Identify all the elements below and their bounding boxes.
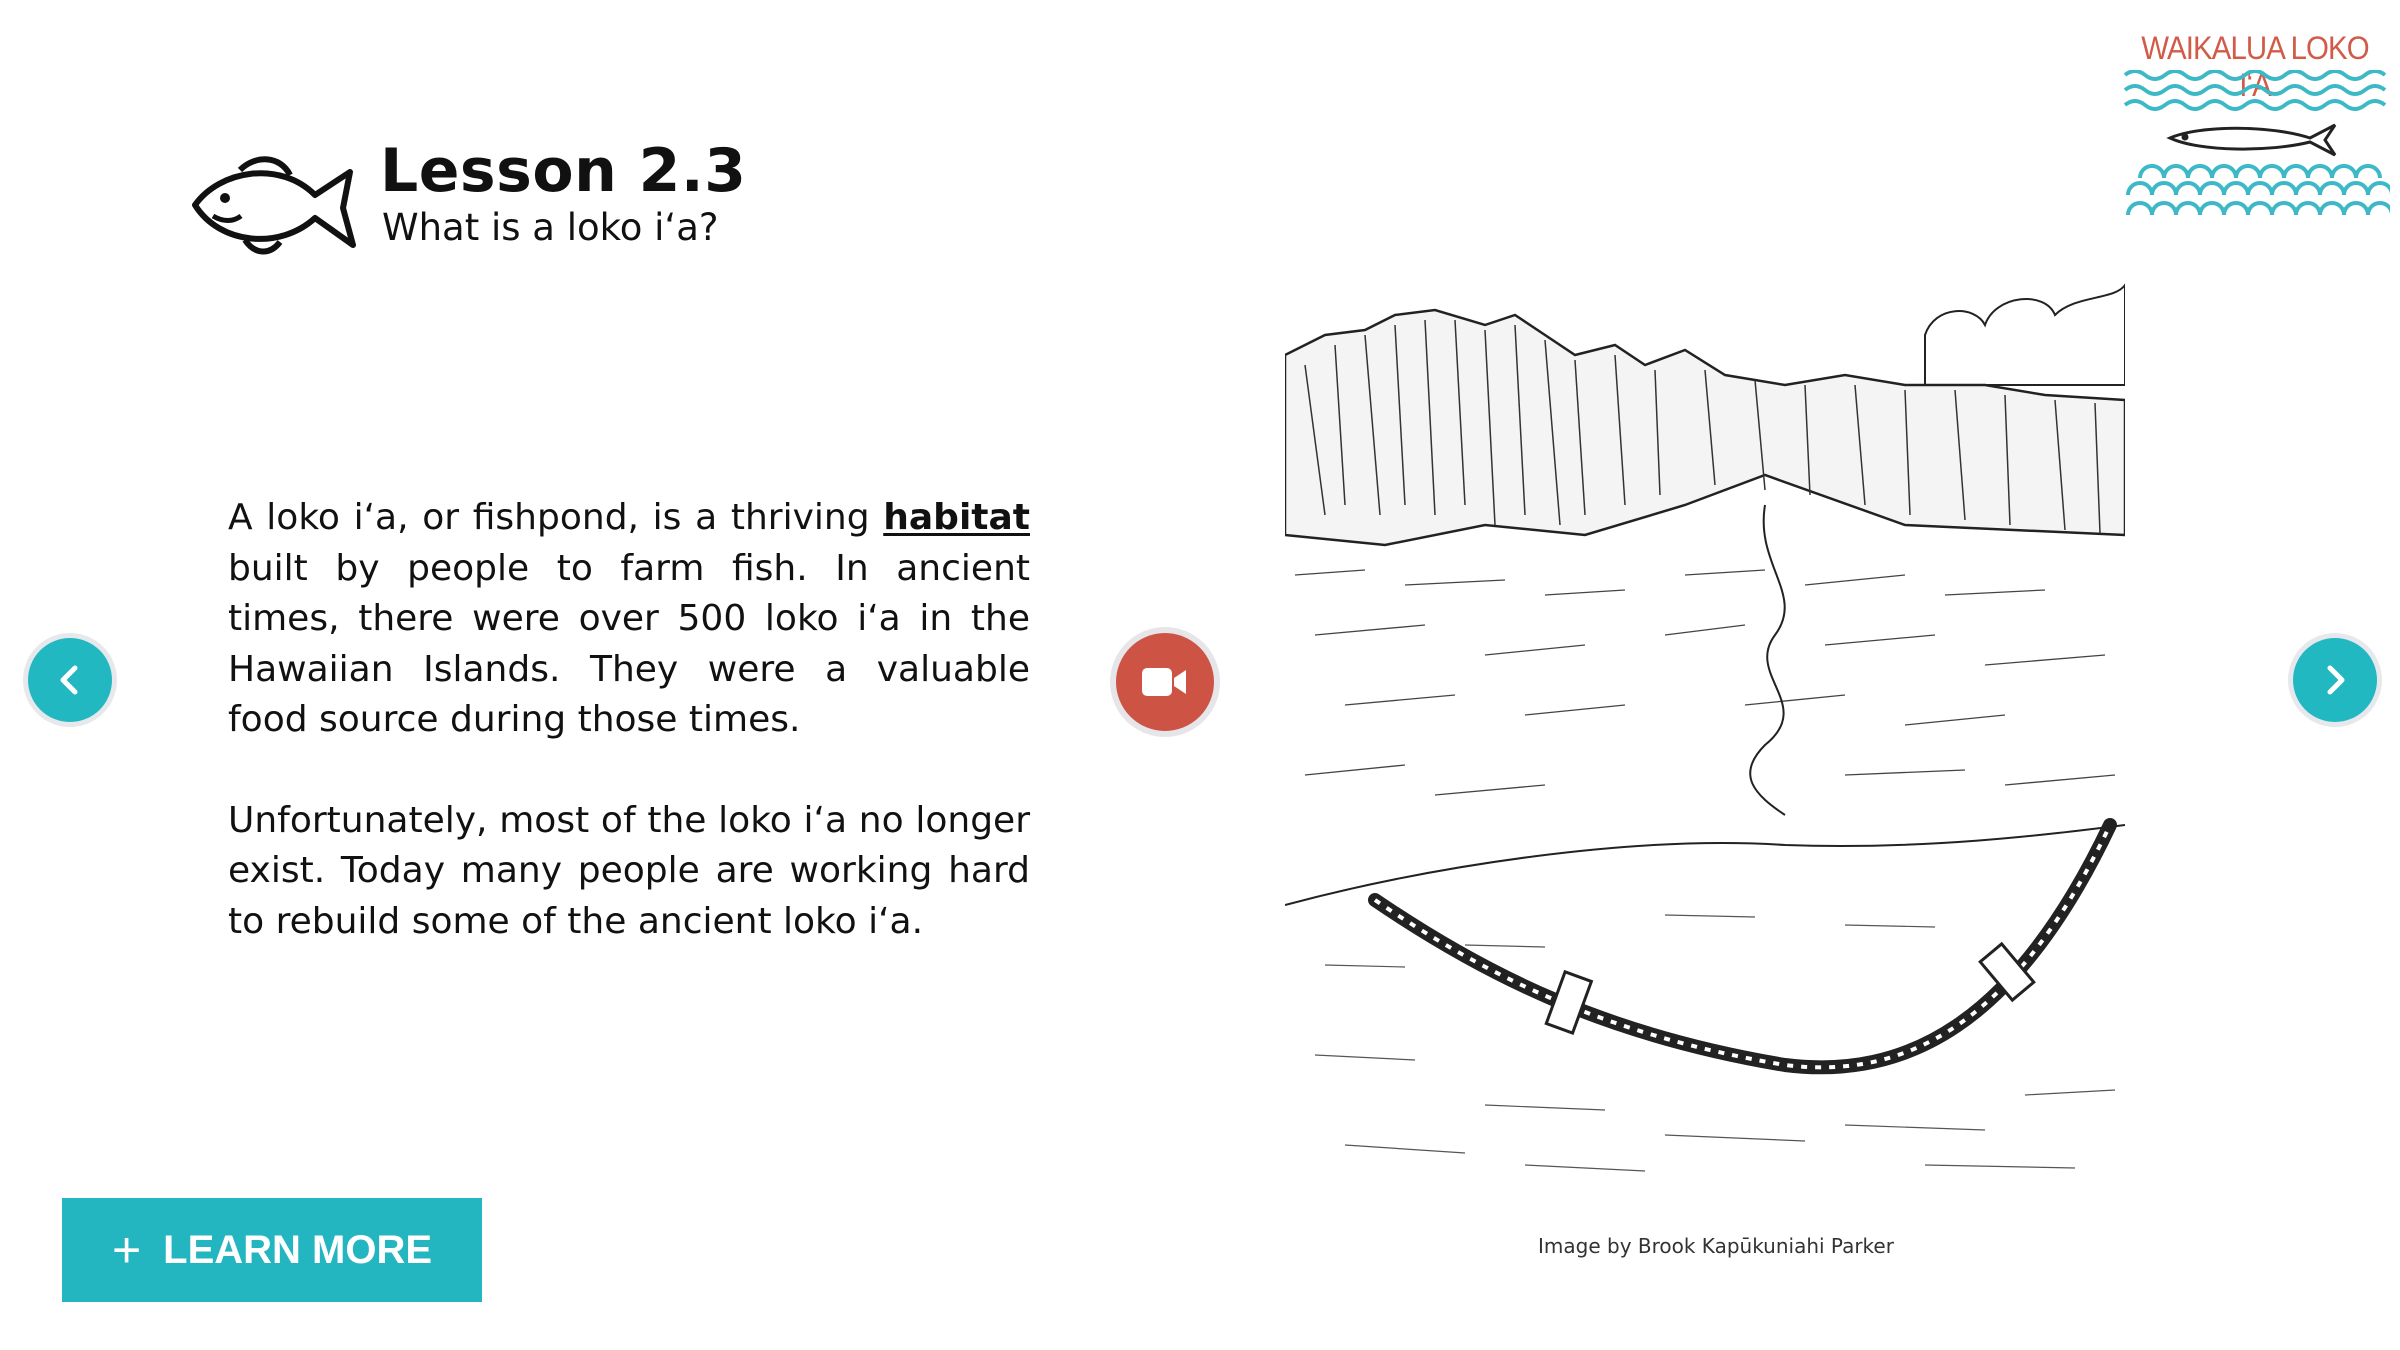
paragraph-intro: A loko iʻa, or fishpond, is a thriving h… bbox=[228, 493, 1030, 746]
lesson-subtitle: What is a loko iʻa? bbox=[382, 206, 719, 249]
fish-icon bbox=[192, 156, 356, 255]
waikalua-loko-ia-logo: WAIKALUA LOKO IʻA bbox=[2120, 30, 2390, 230]
paragraph-rebuild: Unfortunately, most of the loko iʻa no l… bbox=[228, 799, 1030, 942]
lesson-body: A loko iʻa, or fishpond, is a thriving h… bbox=[228, 493, 1030, 997]
paragraph-intro-start: A loko iʻa, or fishpond, is a thriving bbox=[228, 497, 884, 538]
video-button[interactable] bbox=[1110, 627, 1220, 737]
chevron-left-icon bbox=[60, 665, 78, 695]
learn-more-button[interactable]: + LEARN MORE bbox=[62, 1198, 482, 1302]
plus-icon: + bbox=[111, 1222, 142, 1278]
glossary-link-habitat[interactable]: habitat bbox=[883, 497, 1030, 538]
learn-more-label: LEARN MORE bbox=[163, 1227, 433, 1272]
chevron-right-icon bbox=[2327, 665, 2345, 695]
previous-button[interactable] bbox=[23, 633, 117, 727]
paragraph-intro-end: built by people to farm fish. In ancient… bbox=[228, 547, 1030, 741]
fishpond-illustration bbox=[1285, 283, 2125, 1172]
video-camera-icon bbox=[1142, 668, 1186, 696]
image-credit: Image by Brook Kapūkuniahi Parker bbox=[1538, 1234, 1894, 1258]
lesson-title: Lesson 2.3 bbox=[380, 136, 747, 206]
next-button[interactable] bbox=[2288, 633, 2382, 727]
